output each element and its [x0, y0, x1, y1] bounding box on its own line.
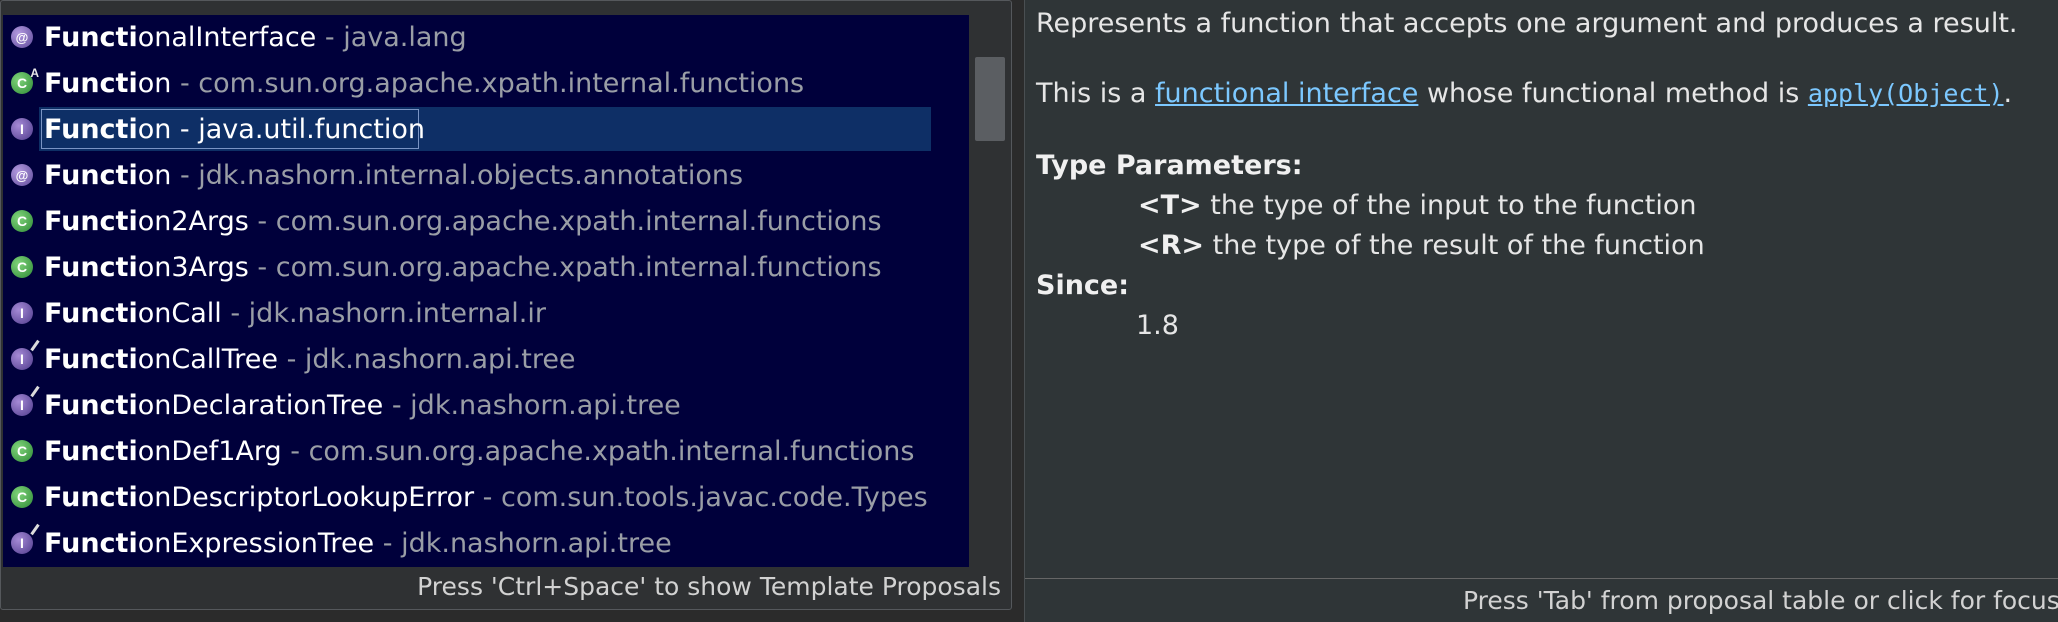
proposal-row[interactable]: C Function3Args - com.sun.org.apache.xpat…: [3, 245, 969, 291]
proposal-package-text: - com.sun.org.apache.xpath.internal.func…: [248, 252, 882, 283]
doc-fi-suffix: .: [2003, 78, 2013, 109]
proposal-row[interactable]: @ Function - jdk.nashorn.internal.objects…: [3, 153, 969, 199]
proposal-name-text: onDef1Arg: [137, 436, 282, 467]
content-assist-popup: @ FunctionalInterface - java.lang C A Functi…: [0, 0, 1012, 610]
proposal-match-text: Functi: [44, 22, 138, 53]
proposal-package-text: - jdk.nashorn.internal.objects.annotatio…: [171, 160, 744, 191]
proposal-row[interactable]: I FunctionCall - jdk.nashorn.internal.ir: [3, 291, 969, 337]
class-icon: C: [11, 486, 33, 508]
class-icon: C: [11, 210, 33, 232]
proposal-row[interactable]: @ FunctionalInterface - java.lang: [3, 15, 969, 61]
proposal-match-text: Functi: [44, 68, 138, 99]
abstract-class-icon: CA: [11, 66, 39, 94]
deprecated-interface-icon: I: [11, 339, 40, 370]
class-icon: C: [11, 256, 33, 278]
proposal-match-text: Functi: [44, 528, 138, 559]
proposal-name-text: onDeclarationTree: [137, 390, 384, 421]
proposal-match-text: Functi: [44, 344, 138, 375]
proposal-name-text: on: [137, 68, 172, 99]
proposal-label: FunctionCall - jdk.nashorn.internal.ir: [44, 291, 546, 337]
proposal-name-text: on3Args: [137, 252, 249, 283]
since-heading: Since:: [1036, 270, 1130, 301]
doc-summary: Represents a function that accepts one a…: [1036, 8, 2018, 39]
type-param-name: <T>: [1138, 190, 1202, 221]
proposal-row[interactable]: C Function2Args - com.sun.org.apache.xpat…: [3, 199, 969, 245]
proposal-row[interactable]: I FunctionCallTree - jdk.nashorn.api.tree: [3, 337, 969, 383]
proposal-name-text: on - java.util.function: [137, 114, 425, 145]
proposal-match-text: Functi: [44, 252, 138, 283]
proposal-package-text: - jdk.nashorn.api.tree: [278, 344, 576, 375]
proposal-scrollbar[interactable]: [971, 15, 1009, 567]
doc-functional-interface-line: This is a functional interface whose fun…: [1036, 78, 2012, 109]
proposal-row[interactable]: C FunctionDescriptorLookupError - com.sun…: [3, 475, 969, 521]
functional-interface-link[interactable]: functional interface: [1155, 78, 1418, 109]
type-parameters-heading: Type Parameters:: [1036, 150, 1303, 181]
deprecated-interface-icon: I: [11, 385, 40, 416]
proposal-match-text: Functi: [44, 390, 138, 421]
proposal-label: Function - java.util.function: [44, 107, 425, 153]
proposal-package-text: - com.sun.org.apache.xpath.internal.func…: [171, 68, 805, 99]
proposal-package-text: - com.sun.org.apache.xpath.internal.func…: [281, 436, 915, 467]
deprecated-interface-icon: I: [11, 523, 40, 554]
class-icon: C: [11, 440, 33, 462]
proposal-label: Function - jdk.nashorn.internal.objects.…: [44, 153, 743, 199]
proposal-match-text: Functi: [44, 114, 138, 145]
javadoc-footer: Press 'Tab' from proposal table or click…: [1025, 578, 2058, 622]
proposal-name-text: onCallTree: [137, 344, 279, 375]
proposal-label: FunctionDeclarationTree - jdk.nashorn.ap…: [44, 383, 681, 429]
type-param-desc: the type of the input to the function: [1201, 190, 1697, 221]
type-param-r: <R> the type of the result of the functi…: [1138, 230, 1705, 261]
proposal-row[interactable]: I Function - java.util.function: [3, 107, 969, 153]
proposal-row[interactable]: I FunctionDeclarationTree - jdk.nashorn.a…: [3, 383, 969, 429]
proposal-label: FunctionDef1Arg - com.sun.org.apache.xpa…: [44, 429, 914, 475]
proposal-package-text: - java.lang: [316, 22, 467, 53]
javadoc-panel[interactable]: Represents a function that accepts one a…: [1024, 0, 2058, 622]
proposal-label: FunctionalInterface - java.lang: [44, 15, 467, 61]
type-param-t: <T> the type of the input to the functio…: [1138, 190, 1696, 221]
proposal-package-text: - jdk.nashorn.api.tree: [383, 390, 681, 421]
focus-hint[interactable]: Press 'Tab' from proposal table or click…: [1463, 581, 2058, 621]
proposal-label: Function3Args - com.sun.org.apache.xpath…: [44, 245, 882, 291]
proposal-name-text: onalInterface: [137, 22, 317, 53]
doc-fi-middle: whose functional method is: [1418, 78, 1808, 109]
interface-icon: I: [11, 302, 33, 324]
proposal-label: FunctionCallTree - jdk.nashorn.api.tree: [44, 337, 576, 383]
annotation-icon: @: [11, 26, 33, 48]
scrollbar-thumb[interactable]: [975, 57, 1005, 141]
proposal-name-text: onCall: [137, 298, 222, 329]
proposal-row[interactable]: I FunctionExpressionTree - jdk.nashorn.ap…: [3, 521, 969, 567]
proposal-package-text: - com.sun.org.apache.xpath.internal.func…: [248, 206, 882, 237]
proposal-match-text: Functi: [44, 298, 138, 329]
proposal-row[interactable]: C A Function - com.sun.org.apache.xpath.in…: [3, 61, 969, 107]
proposal-match-text: Functi: [44, 206, 138, 237]
type-param-name: <R>: [1138, 230, 1205, 261]
template-proposals-hint[interactable]: Press 'Ctrl+Space' to show Template Prop…: [417, 567, 1001, 607]
proposal-package-text: - jdk.nashorn.api.tree: [374, 528, 672, 559]
apply-method-link[interactable]: apply(Object): [1808, 79, 2004, 108]
proposal-label: FunctionDescriptorLookupError - com.sun.…: [44, 475, 928, 521]
type-param-desc: the type of the result of the function: [1204, 230, 1705, 261]
proposal-match-text: Functi: [44, 160, 138, 191]
interface-icon: I: [11, 118, 33, 140]
proposal-label: Function2Args - com.sun.org.apache.xpath…: [44, 199, 882, 245]
proposal-label: Function - com.sun.org.apache.xpath.inte…: [44, 61, 804, 107]
proposal-name-text: on2Args: [137, 206, 249, 237]
proposal-name-text: on: [137, 160, 172, 191]
annotation-icon: @: [11, 164, 33, 186]
proposal-package-text: - com.sun.tools.javac.code.Types: [474, 482, 928, 513]
proposal-match-text: Functi: [44, 482, 138, 513]
proposal-name-text: onDescriptorLookupError: [137, 482, 475, 513]
proposal-match-text: Functi: [44, 436, 138, 467]
doc-fi-prefix: This is a: [1036, 78, 1156, 109]
since-value: 1.8: [1136, 310, 1179, 341]
proposal-name-text: onExpressionTree: [137, 528, 375, 559]
proposal-row[interactable]: C FunctionDef1Arg - com.sun.org.apache.xp…: [3, 429, 969, 475]
proposal-list[interactable]: @ FunctionalInterface - java.lang C A Functi…: [3, 15, 969, 567]
proposal-package-text: - jdk.nashorn.internal.ir: [221, 298, 546, 329]
proposal-label: FunctionExpressionTree - jdk.nashorn.api…: [44, 521, 672, 567]
